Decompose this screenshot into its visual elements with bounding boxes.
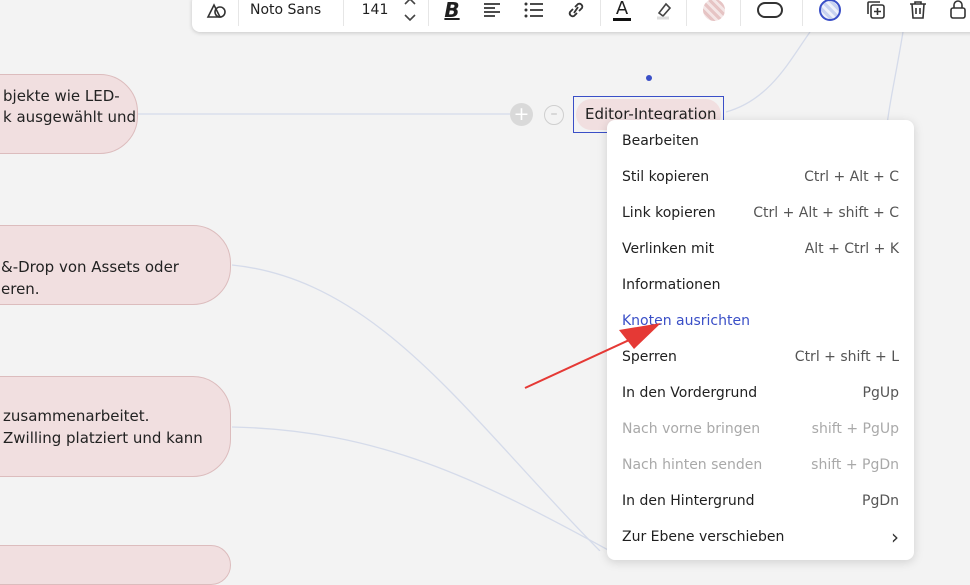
menu-item-in-den-vordergrund[interactable]: In den Vordergrund PgUp xyxy=(607,377,914,413)
text-color-icon[interactable]: A xyxy=(606,0,638,26)
menu-item-knoten-ausrichten[interactable]: Knoten ausrichten xyxy=(607,305,914,341)
align-left-icon[interactable] xyxy=(476,0,508,26)
menu-item-shortcut: Alt + Ctrl + K xyxy=(804,241,899,257)
font-size-value: 141 xyxy=(361,2,389,18)
shapes-icon[interactable] xyxy=(200,0,232,26)
mindmap-node[interactable]: bjekte wie LED- k ausgewählt und xyxy=(0,74,138,154)
menu-item-shortcut: Ctrl + shift + L xyxy=(794,349,899,365)
menu-item-label: Nach hinten senden xyxy=(622,457,763,473)
menu-item-link-kopieren[interactable]: Link kopieren Ctrl + Alt + shift + C xyxy=(607,197,914,233)
menu-item-shortcut: Ctrl + Alt + C xyxy=(804,169,899,185)
menu-item-label: In den Hintergrund xyxy=(622,493,755,509)
toolbar-divider xyxy=(343,0,344,26)
node-text-line: zusammenarbeitet. xyxy=(3,407,150,425)
menu-item-verlinken-mit[interactable]: Verlinken mit Alt + Ctrl + K xyxy=(607,233,914,269)
menu-item-nach-vorne-bringen[interactable]: Nach vorne bringen shift + PgUp xyxy=(607,413,914,449)
menu-item-shortcut: PgDn xyxy=(862,493,899,509)
node-text-line: bjekte wie LED- xyxy=(3,87,120,105)
menu-item-in-den-hintergrund[interactable]: In den Hintergrund PgDn xyxy=(607,485,914,521)
menu-item-stil-kopieren[interactable]: Stil kopieren Ctrl + Alt + C xyxy=(607,161,914,197)
node-text-line: eren. xyxy=(1,280,40,298)
menu-item-informationen[interactable]: Informationen xyxy=(607,269,914,305)
menu-item-label: Knoten ausrichten xyxy=(622,313,750,329)
lock-icon[interactable] xyxy=(946,0,970,26)
menu-item-label: Zur Ebene verschieben xyxy=(622,529,785,545)
chevron-right-icon: › xyxy=(891,525,899,549)
node-text-line: k ausgewählt und xyxy=(3,108,137,126)
duplicate-icon[interactable] xyxy=(860,0,892,26)
toolbar-divider xyxy=(686,0,687,26)
menu-item-label: Sperren xyxy=(622,349,677,365)
menu-item-label: Link kopieren xyxy=(622,205,716,221)
delete-icon[interactable] xyxy=(902,0,934,26)
shape-style-icon[interactable] xyxy=(754,0,786,26)
font-size-stepper[interactable] xyxy=(400,0,420,26)
toolbar-divider xyxy=(428,0,429,26)
bullet-list-icon[interactable] xyxy=(518,0,550,26)
menu-item-nach-hinten-senden[interactable]: Nach hinten senden shift + PgDn xyxy=(607,449,914,485)
context-menu: Bearbeiten Stil kopieren Ctrl + Alt + C L… xyxy=(607,120,914,560)
menu-item-shortcut: shift + PgUp xyxy=(811,421,899,437)
bold-icon[interactable]: B xyxy=(436,0,468,26)
menu-item-bearbeiten[interactable]: Bearbeiten xyxy=(607,125,914,161)
highlight-icon[interactable] xyxy=(648,0,680,26)
menu-item-sperren[interactable]: Sperren Ctrl + shift + L xyxy=(607,341,914,377)
fill-color-icon[interactable] xyxy=(698,0,730,26)
toolbar-divider xyxy=(600,0,601,26)
formatting-toolbar: Noto Sans 141 B A xyxy=(192,0,970,32)
border-color-icon[interactable] xyxy=(814,0,846,26)
mindmap-node[interactable] xyxy=(0,545,231,585)
menu-item-shortcut: Ctrl + Alt + shift + C xyxy=(753,205,899,221)
menu-item-label: Bearbeiten xyxy=(622,133,699,149)
font-size-input[interactable]: 141 xyxy=(352,0,398,26)
menu-item-label: Stil kopieren xyxy=(622,169,710,185)
add-child-icon[interactable]: + xyxy=(510,103,533,126)
node-text-line: &-Drop von Assets oder xyxy=(1,258,179,276)
menu-item-label: Informationen xyxy=(622,277,721,293)
toolbar-divider xyxy=(238,0,239,26)
menu-item-label: In den Vordergrund xyxy=(622,385,758,401)
menu-item-shortcut: PgUp xyxy=(862,385,899,401)
link-icon[interactable] xyxy=(560,0,592,26)
node-text-line: Zwilling platziert und kann xyxy=(3,429,203,447)
mindmap-node[interactable]: zusammenarbeitet. Zwilling platziert und… xyxy=(0,376,231,477)
toolbar-divider xyxy=(802,0,803,26)
rotate-handle[interactable] xyxy=(646,75,652,81)
menu-item-label: Nach vorne bringen xyxy=(622,421,761,437)
menu-item-shortcut: shift + PgDn xyxy=(811,457,899,473)
menu-item-zur-ebene-verschieben[interactable]: Zur Ebene verschieben › xyxy=(607,521,914,557)
menu-item-label: Verlinken mit xyxy=(622,241,715,257)
collapse-icon[interactable]: – xyxy=(544,105,564,125)
toolbar-divider xyxy=(740,0,741,26)
font-family-value: Noto Sans xyxy=(250,2,322,18)
mindmap-node[interactable]: &-Drop von Assets oder eren. xyxy=(0,225,231,305)
font-family-select[interactable]: Noto Sans xyxy=(250,0,340,26)
